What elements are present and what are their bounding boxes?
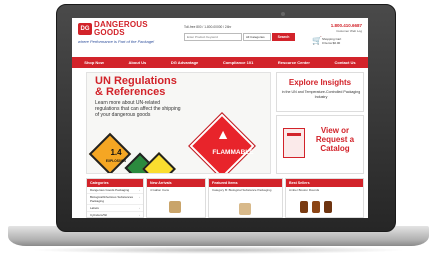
new-arrival-item[interactable]: 4 Gallon Cans [147, 187, 205, 193]
tollfree-text: Toll-free 800 / 1-800-00000 / 24hr [184, 25, 232, 29]
category-item-label: Labels [90, 206, 99, 210]
product-thumbnail[interactable] [300, 201, 308, 213]
new-arrivals-panel: New Arrivals 4 Gallon Cans [146, 178, 206, 218]
shopping-cart-icon[interactable]: 🛒 [312, 36, 322, 45]
best-sellers-heading: Best Sellers [286, 179, 363, 187]
featured-heading: Featured Items [209, 179, 282, 187]
nav-shop-now[interactable]: Shop Now [84, 60, 104, 65]
catalog-icon [283, 128, 305, 158]
flammable-placard-icon [188, 112, 256, 173]
catalog-promo[interactable]: View or Request a Catalog [276, 115, 364, 174]
flammable-label: FLAMMABLE [212, 149, 254, 156]
laptop-shadow [30, 246, 407, 254]
logo[interactable]: DANGEROUS GOODS [94, 21, 148, 37]
explore-insights-subtitle: in the UN and Temperature-Controlled Pac… [281, 90, 361, 99]
flame-icon: ▲ [216, 126, 230, 142]
cart-line-2: 0 Items $0.00 [322, 41, 341, 45]
nav-compliance-101[interactable]: Compliance 101 [223, 60, 253, 65]
featured-items-panel: Featured Items Category B: Biological Su… [208, 178, 283, 218]
hero-banner[interactable]: UN Regulations & References Learn more a… [86, 72, 271, 174]
product-thumbnail[interactable] [312, 201, 320, 213]
category-item-label: Cylinders/Wt [90, 213, 108, 217]
category-item-label: Dangerous Goods Packaging [90, 188, 130, 192]
yellow-placard-icon [142, 152, 176, 173]
chevron-right-icon: › [139, 188, 140, 192]
category-item[interactable]: Cylinders/Wt › [87, 212, 143, 217]
category-item[interactable]: Biological/Infectious Substances Packagi… [87, 194, 143, 205]
catalog-title-line-3: Catalog [320, 144, 350, 153]
product-thumbnail[interactable] [169, 201, 181, 213]
nav-contact-us[interactable]: Contact Us [335, 60, 356, 65]
categories-panel: Categories Dangerous Goods Packaging › Bi… [86, 178, 144, 218]
categories-heading: Categories [87, 179, 143, 187]
category-item-label: Biological/Infectious Substances Packagi… [90, 195, 134, 203]
chevron-right-icon: › [139, 195, 140, 199]
laptop-screen: DG DANGEROUS GOODS where Performance is … [72, 18, 368, 218]
new-arrivals-heading: New Arrivals [147, 179, 205, 187]
hero-title-line-2: & References [95, 86, 166, 98]
hero-body: Learn more about UN-related regulations … [95, 100, 181, 118]
hazard-label: EXPLOSIVES [105, 159, 127, 163]
featured-item[interactable]: Category B: Biological Substance Packagi… [209, 187, 282, 193]
search-input[interactable] [184, 33, 242, 41]
catalog-title-line-1: View or [320, 126, 350, 135]
explore-insights-promo[interactable]: Explore Insights in the UN and Temperatu… [276, 72, 364, 112]
nav-resource-center[interactable]: Resource Center [278, 60, 310, 65]
catalog-title: View or Request a Catalog [309, 126, 361, 153]
nav-about-us[interactable]: About Us [128, 60, 146, 65]
search-button[interactable]: Search [272, 33, 295, 41]
hazard-number: 1.4 [110, 148, 122, 157]
category-item[interactable]: Dangerous Goods Packaging › [87, 187, 143, 194]
main-nav: Shop Now About Us DG Advantage Complianc… [72, 57, 368, 68]
category-select[interactable]: All Categories [243, 33, 271, 41]
best-sellers-panel: Best Sellers Amber Boston Rounds [285, 178, 364, 218]
camera-icon [281, 12, 285, 16]
phone-subtext: Customer Web Log [336, 29, 362, 33]
tagline: where Performance is Part of the Package… [78, 39, 155, 44]
explore-insights-title: Explore Insights [288, 78, 352, 87]
best-seller-item[interactable]: Amber Boston Rounds [286, 187, 363, 193]
nav-dg-advantage[interactable]: DG Advantage [171, 60, 198, 65]
chevron-right-icon: › [139, 206, 140, 210]
catalog-title-line-2: Request a [315, 135, 355, 144]
logo-badge[interactable]: DG [78, 23, 92, 35]
category-item[interactable]: Labels › [87, 205, 143, 212]
hero-title: UN Regulations & References [95, 76, 177, 98]
chevron-right-icon: › [139, 213, 140, 217]
site-header: DG DANGEROUS GOODS where Performance is … [72, 18, 368, 56]
logo-line-2: GOODS [94, 28, 125, 37]
product-thumbnail[interactable] [324, 201, 332, 213]
phone-number[interactable]: 1.800.410.6687 [331, 23, 362, 28]
product-thumbnail[interactable] [239, 203, 251, 215]
cart-label[interactable]: Shopping Cart 0 Items $0.00 [322, 37, 341, 45]
